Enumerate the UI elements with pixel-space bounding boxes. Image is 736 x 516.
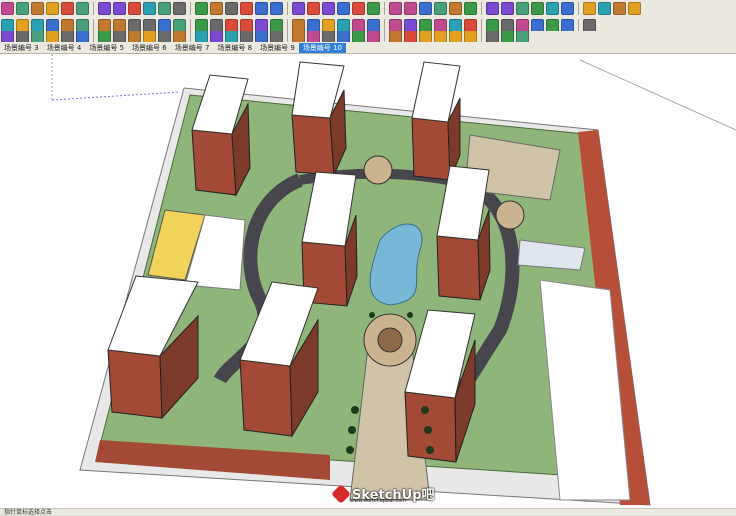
scene-tab-7[interactable]: 场景编号 7 <box>171 43 214 53</box>
tower-n <box>291 61 347 176</box>
orbit-icon[interactable] <box>352 2 365 15</box>
offset-icon[interactable] <box>240 2 253 15</box>
top-icon[interactable] <box>546 2 559 15</box>
text-icon[interactable] <box>307 2 320 15</box>
axes-icon[interactable] <box>322 2 335 15</box>
pan-icon[interactable] <box>367 2 380 15</box>
central-fountain <box>377 327 403 353</box>
rotate-icon[interactable] <box>195 2 208 15</box>
3d-text-icon[interactable] <box>337 2 350 15</box>
scene-tab-6[interactable]: 场景编号 6 <box>128 43 171 53</box>
scene-tab-9[interactable]: 场景编号 9 <box>256 43 299 53</box>
front-icon[interactable] <box>561 2 574 15</box>
scene-tab-4[interactable]: 场景编号 4 <box>43 43 86 53</box>
select-icon[interactable] <box>1 2 14 15</box>
paint-bucket-icon[interactable] <box>31 2 44 15</box>
walk-icon[interactable] <box>486 2 499 15</box>
tape-measure-icon[interactable] <box>255 2 268 15</box>
arc-icon[interactable] <box>113 2 126 15</box>
toolbar-separator <box>287 2 288 15</box>
ground-edge-line <box>579 59 736 131</box>
dimension-icon[interactable] <box>270 2 283 15</box>
back-icon[interactable] <box>598 2 611 15</box>
toolbar-separator <box>93 2 94 15</box>
tower-ne <box>411 61 461 181</box>
toolbar-row-1 <box>0 0 736 18</box>
rectangle-icon[interactable] <box>61 2 74 15</box>
push-pull-icon[interactable] <box>158 2 171 15</box>
zoom-window-icon[interactable] <box>404 2 417 15</box>
iso-icon[interactable] <box>531 2 544 15</box>
follow-me-icon[interactable] <box>210 2 223 15</box>
polygon-icon[interactable] <box>128 2 141 15</box>
watermark-url: www.sketchupbar.com <box>350 498 407 504</box>
east-plaza <box>495 200 525 230</box>
model-viewport[interactable] <box>0 54 736 509</box>
section-plane-icon[interactable] <box>516 2 529 15</box>
site-model <box>51 54 736 506</box>
right-icon[interactable] <box>583 2 596 15</box>
freehand-icon[interactable] <box>143 2 156 15</box>
next-icon[interactable] <box>449 2 462 15</box>
toolbar-separator <box>384 2 385 15</box>
previous-icon[interactable] <box>434 2 447 15</box>
scene-tab-8[interactable]: 场景编号 8 <box>213 43 256 53</box>
status-bar: 指针鼠标选择点击 <box>0 508 736 516</box>
scene-tab-bar: 场景编号 3 场景编号 4 场景编号 5 场景编号 6 场景编号 7 场景编号 … <box>0 42 736 54</box>
zoom-extents-icon[interactable] <box>419 2 432 15</box>
scene-tab-10[interactable]: 场景编号 10 <box>298 42 346 53</box>
north-plaza <box>363 155 393 185</box>
look-around-icon[interactable] <box>501 2 514 15</box>
bottom-icon[interactable] <box>628 2 641 15</box>
eraser-icon[interactable] <box>16 2 29 15</box>
protractor-icon[interactable] <box>292 2 305 15</box>
line-icon[interactable] <box>76 2 89 15</box>
zoom-icon[interactable] <box>389 2 402 15</box>
position-camera-icon[interactable] <box>464 2 477 15</box>
make-component-icon[interactable] <box>46 2 59 15</box>
toolbar-separator <box>190 2 191 15</box>
scene-tab-3[interactable]: 场景编号 3 <box>0 43 43 53</box>
circle-icon[interactable] <box>98 2 111 15</box>
scene-tab-5[interactable]: 场景编号 5 <box>85 43 128 53</box>
toolbar-separator <box>578 2 579 15</box>
left-icon[interactable] <box>613 2 626 15</box>
sketchupbar-watermark: SketchUp吧 www.sketchupbar.com <box>331 483 435 504</box>
toolbar-separator <box>481 2 482 15</box>
sketchupbar-logo-icon <box>331 483 351 504</box>
scale-icon[interactable] <box>225 2 238 15</box>
move-icon[interactable] <box>173 2 186 15</box>
blue-axis-line <box>51 91 181 101</box>
